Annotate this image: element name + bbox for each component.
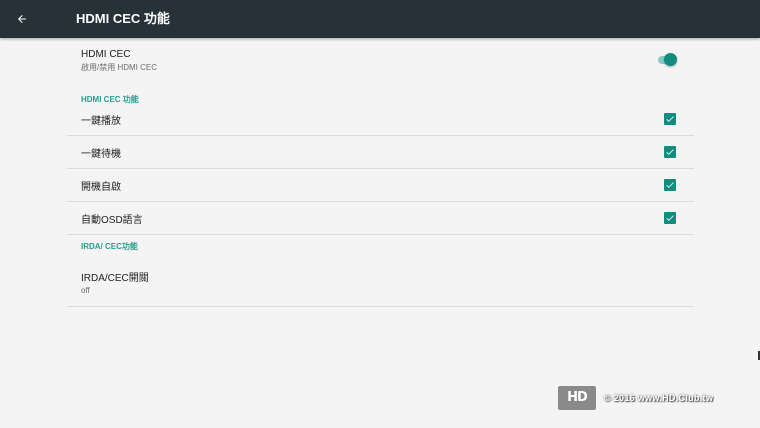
setting-one-touch-play[interactable]: 一鍵播放 [67, 103, 694, 136]
checkbox[interactable] [664, 113, 676, 125]
setting-label: 開機自啟 [81, 181, 121, 193]
setting-one-touch-standby[interactable]: 一鍵待機 [67, 136, 694, 169]
setting-label: 自動OSD語言 [81, 214, 143, 226]
setting-label: IRDA/CEC開關 [81, 273, 149, 284]
app-bar: HDMI CEC 功能 [0, 0, 760, 38]
setting-irda-cec-switch[interactable]: IRDA/CEC開關 off [67, 258, 694, 307]
setting-label: 一鍵播放 [81, 115, 121, 127]
hdmi-cec-toggle[interactable] [657, 53, 677, 67]
page-title: HDMI CEC 功能 [76, 11, 170, 26]
checkbox[interactable] [664, 212, 676, 224]
check-icon [666, 116, 674, 122]
hdmi-cec-title: HDMI CEC [81, 49, 131, 60]
watermark-text: © 2016 www.HD.Club.tw [604, 393, 714, 403]
setting-summary: off [81, 286, 90, 295]
section-header-hdmi-cec: HDMI CEC 功能 [81, 95, 139, 104]
settings-list: HDMI CEC 啟用/禁用 HDMI CEC HDMI CEC 功能 一鍵播放… [67, 38, 694, 307]
hdclub-logo: HD [558, 386, 596, 410]
watermark: HD © 2016 www.HD.Club.tw [558, 386, 738, 410]
setting-auto-power-on[interactable]: 開機自啟 [67, 169, 694, 202]
back-button[interactable] [10, 7, 34, 31]
hdmi-cec-subtitle: 啟用/禁用 HDMI CEC [81, 63, 157, 72]
section-header-irda-cec: IRDA/ CEC功能 [81, 242, 138, 251]
toggle-thumb [664, 53, 677, 66]
hdmi-cec-master-row[interactable]: HDMI CEC 啟用/禁用 HDMI CEC [67, 38, 694, 86]
arrow-back-icon [18, 15, 26, 23]
check-icon [666, 149, 674, 155]
check-icon [666, 215, 674, 221]
check-icon [666, 182, 674, 188]
setting-auto-osd-language[interactable]: 自動OSD語言 [67, 202, 694, 235]
checkbox[interactable] [664, 179, 676, 191]
checkbox[interactable] [664, 146, 676, 158]
setting-label: 一鍵待機 [81, 148, 121, 160]
